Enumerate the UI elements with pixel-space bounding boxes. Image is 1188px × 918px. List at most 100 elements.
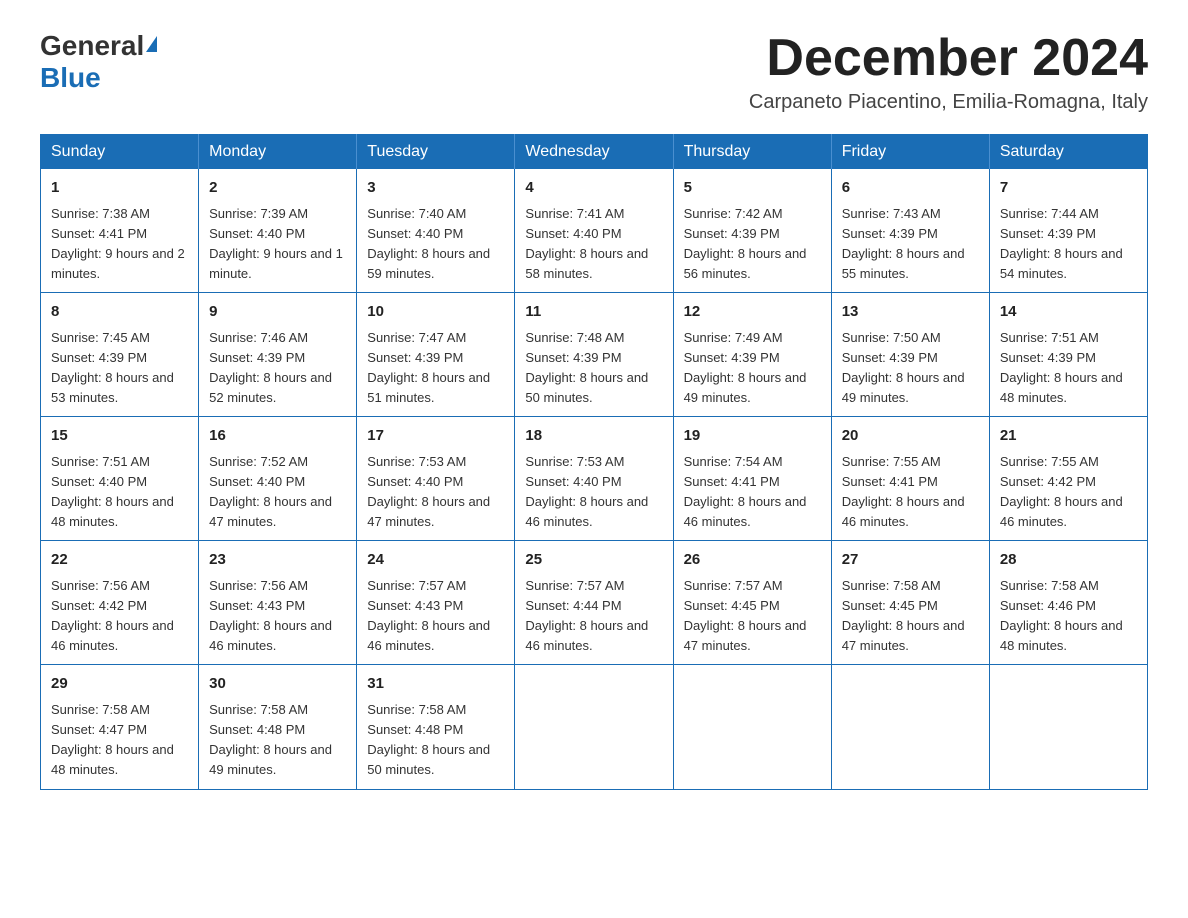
table-row: 1 Sunrise: 7:38 AMSunset: 4:41 PMDayligh… [41, 169, 199, 293]
day-number: 16 [209, 425, 346, 448]
table-row: 26 Sunrise: 7:57 AMSunset: 4:45 PMDaylig… [673, 541, 831, 665]
day-number: 18 [525, 425, 662, 448]
table-row [515, 665, 673, 789]
table-row: 6 Sunrise: 7:43 AMSunset: 4:39 PMDayligh… [831, 169, 989, 293]
table-row: 4 Sunrise: 7:41 AMSunset: 4:40 PMDayligh… [515, 169, 673, 293]
location-title: Carpaneto Piacentino, Emilia-Romagna, It… [749, 91, 1148, 114]
day-info: Sunrise: 7:58 AMSunset: 4:48 PMDaylight:… [367, 702, 490, 777]
table-row: 29 Sunrise: 7:58 AMSunset: 4:47 PMDaylig… [41, 665, 199, 789]
day-number: 8 [51, 301, 188, 324]
table-row: 12 Sunrise: 7:49 AMSunset: 4:39 PMDaylig… [673, 293, 831, 417]
table-row: 21 Sunrise: 7:55 AMSunset: 4:42 PMDaylig… [989, 417, 1147, 541]
table-row: 18 Sunrise: 7:53 AMSunset: 4:40 PMDaylig… [515, 417, 673, 541]
table-row [673, 665, 831, 789]
calendar-week-row: 1 Sunrise: 7:38 AMSunset: 4:41 PMDayligh… [41, 169, 1148, 293]
table-row: 17 Sunrise: 7:53 AMSunset: 4:40 PMDaylig… [357, 417, 515, 541]
day-info: Sunrise: 7:50 AMSunset: 4:39 PMDaylight:… [842, 330, 965, 405]
day-number: 6 [842, 177, 979, 200]
day-number: 26 [684, 549, 821, 572]
day-info: Sunrise: 7:42 AMSunset: 4:39 PMDaylight:… [684, 206, 807, 281]
day-info: Sunrise: 7:40 AMSunset: 4:40 PMDaylight:… [367, 206, 490, 281]
calendar-table: Sunday Monday Tuesday Wednesday Thursday… [40, 134, 1148, 789]
day-number: 17 [367, 425, 504, 448]
day-info: Sunrise: 7:38 AMSunset: 4:41 PMDaylight:… [51, 206, 185, 281]
day-number: 1 [51, 177, 188, 200]
calendar-week-row: 15 Sunrise: 7:51 AMSunset: 4:40 PMDaylig… [41, 417, 1148, 541]
day-number: 2 [209, 177, 346, 200]
day-info: Sunrise: 7:48 AMSunset: 4:39 PMDaylight:… [525, 330, 648, 405]
table-row: 15 Sunrise: 7:51 AMSunset: 4:40 PMDaylig… [41, 417, 199, 541]
day-number: 10 [367, 301, 504, 324]
table-row: 7 Sunrise: 7:44 AMSunset: 4:39 PMDayligh… [989, 169, 1147, 293]
table-row: 13 Sunrise: 7:50 AMSunset: 4:39 PMDaylig… [831, 293, 989, 417]
day-info: Sunrise: 7:43 AMSunset: 4:39 PMDaylight:… [842, 206, 965, 281]
month-title: December 2024 [749, 30, 1148, 87]
day-number: 19 [684, 425, 821, 448]
day-number: 30 [209, 673, 346, 696]
title-area: December 2024 Carpaneto Piacentino, Emil… [749, 30, 1148, 114]
table-row: 14 Sunrise: 7:51 AMSunset: 4:39 PMDaylig… [989, 293, 1147, 417]
day-info: Sunrise: 7:52 AMSunset: 4:40 PMDaylight:… [209, 454, 332, 529]
day-number: 28 [1000, 549, 1137, 572]
table-row: 30 Sunrise: 7:58 AMSunset: 4:48 PMDaylig… [199, 665, 357, 789]
table-row: 25 Sunrise: 7:57 AMSunset: 4:44 PMDaylig… [515, 541, 673, 665]
table-row: 16 Sunrise: 7:52 AMSunset: 4:40 PMDaylig… [199, 417, 357, 541]
header-friday: Friday [831, 135, 989, 170]
page-header: General Blue December 2024 Carpaneto Pia… [40, 30, 1148, 114]
table-row: 11 Sunrise: 7:48 AMSunset: 4:39 PMDaylig… [515, 293, 673, 417]
day-info: Sunrise: 7:39 AMSunset: 4:40 PMDaylight:… [209, 206, 343, 281]
day-info: Sunrise: 7:51 AMSunset: 4:40 PMDaylight:… [51, 454, 174, 529]
table-row [989, 665, 1147, 789]
calendar-week-row: 29 Sunrise: 7:58 AMSunset: 4:47 PMDaylig… [41, 665, 1148, 789]
day-number: 27 [842, 549, 979, 572]
table-row: 2 Sunrise: 7:39 AMSunset: 4:40 PMDayligh… [199, 169, 357, 293]
day-info: Sunrise: 7:44 AMSunset: 4:39 PMDaylight:… [1000, 206, 1123, 281]
header-monday: Monday [199, 135, 357, 170]
logo-triangle-icon [146, 36, 157, 52]
day-number: 31 [367, 673, 504, 696]
day-info: Sunrise: 7:56 AMSunset: 4:43 PMDaylight:… [209, 578, 332, 653]
day-number: 11 [525, 301, 662, 324]
day-number: 9 [209, 301, 346, 324]
logo: General Blue [40, 30, 157, 94]
day-number: 4 [525, 177, 662, 200]
day-number: 21 [1000, 425, 1137, 448]
header-sunday: Sunday [41, 135, 199, 170]
header-tuesday: Tuesday [357, 135, 515, 170]
table-row: 22 Sunrise: 7:56 AMSunset: 4:42 PMDaylig… [41, 541, 199, 665]
day-number: 3 [367, 177, 504, 200]
day-info: Sunrise: 7:45 AMSunset: 4:39 PMDaylight:… [51, 330, 174, 405]
header-wednesday: Wednesday [515, 135, 673, 170]
day-info: Sunrise: 7:41 AMSunset: 4:40 PMDaylight:… [525, 206, 648, 281]
day-info: Sunrise: 7:55 AMSunset: 4:42 PMDaylight:… [1000, 454, 1123, 529]
table-row: 19 Sunrise: 7:54 AMSunset: 4:41 PMDaylig… [673, 417, 831, 541]
calendar-week-row: 8 Sunrise: 7:45 AMSunset: 4:39 PMDayligh… [41, 293, 1148, 417]
day-number: 7 [1000, 177, 1137, 200]
day-info: Sunrise: 7:57 AMSunset: 4:45 PMDaylight:… [684, 578, 807, 653]
table-row: 23 Sunrise: 7:56 AMSunset: 4:43 PMDaylig… [199, 541, 357, 665]
day-number: 5 [684, 177, 821, 200]
day-info: Sunrise: 7:56 AMSunset: 4:42 PMDaylight:… [51, 578, 174, 653]
day-number: 13 [842, 301, 979, 324]
table-row: 3 Sunrise: 7:40 AMSunset: 4:40 PMDayligh… [357, 169, 515, 293]
day-info: Sunrise: 7:51 AMSunset: 4:39 PMDaylight:… [1000, 330, 1123, 405]
day-info: Sunrise: 7:58 AMSunset: 4:48 PMDaylight:… [209, 702, 332, 777]
day-info: Sunrise: 7:58 AMSunset: 4:47 PMDaylight:… [51, 702, 174, 777]
day-number: 23 [209, 549, 346, 572]
table-row: 31 Sunrise: 7:58 AMSunset: 4:48 PMDaylig… [357, 665, 515, 789]
table-row: 5 Sunrise: 7:42 AMSunset: 4:39 PMDayligh… [673, 169, 831, 293]
table-row: 27 Sunrise: 7:58 AMSunset: 4:45 PMDaylig… [831, 541, 989, 665]
calendar-week-row: 22 Sunrise: 7:56 AMSunset: 4:42 PMDaylig… [41, 541, 1148, 665]
logo-blue: Blue [40, 62, 101, 93]
day-info: Sunrise: 7:53 AMSunset: 4:40 PMDaylight:… [367, 454, 490, 529]
day-info: Sunrise: 7:58 AMSunset: 4:46 PMDaylight:… [1000, 578, 1123, 653]
day-info: Sunrise: 7:54 AMSunset: 4:41 PMDaylight:… [684, 454, 807, 529]
table-row [831, 665, 989, 789]
day-info: Sunrise: 7:55 AMSunset: 4:41 PMDaylight:… [842, 454, 965, 529]
logo-general: General [40, 30, 144, 62]
day-number: 22 [51, 549, 188, 572]
day-number: 12 [684, 301, 821, 324]
table-row: 24 Sunrise: 7:57 AMSunset: 4:43 PMDaylig… [357, 541, 515, 665]
table-row: 9 Sunrise: 7:46 AMSunset: 4:39 PMDayligh… [199, 293, 357, 417]
day-info: Sunrise: 7:49 AMSunset: 4:39 PMDaylight:… [684, 330, 807, 405]
